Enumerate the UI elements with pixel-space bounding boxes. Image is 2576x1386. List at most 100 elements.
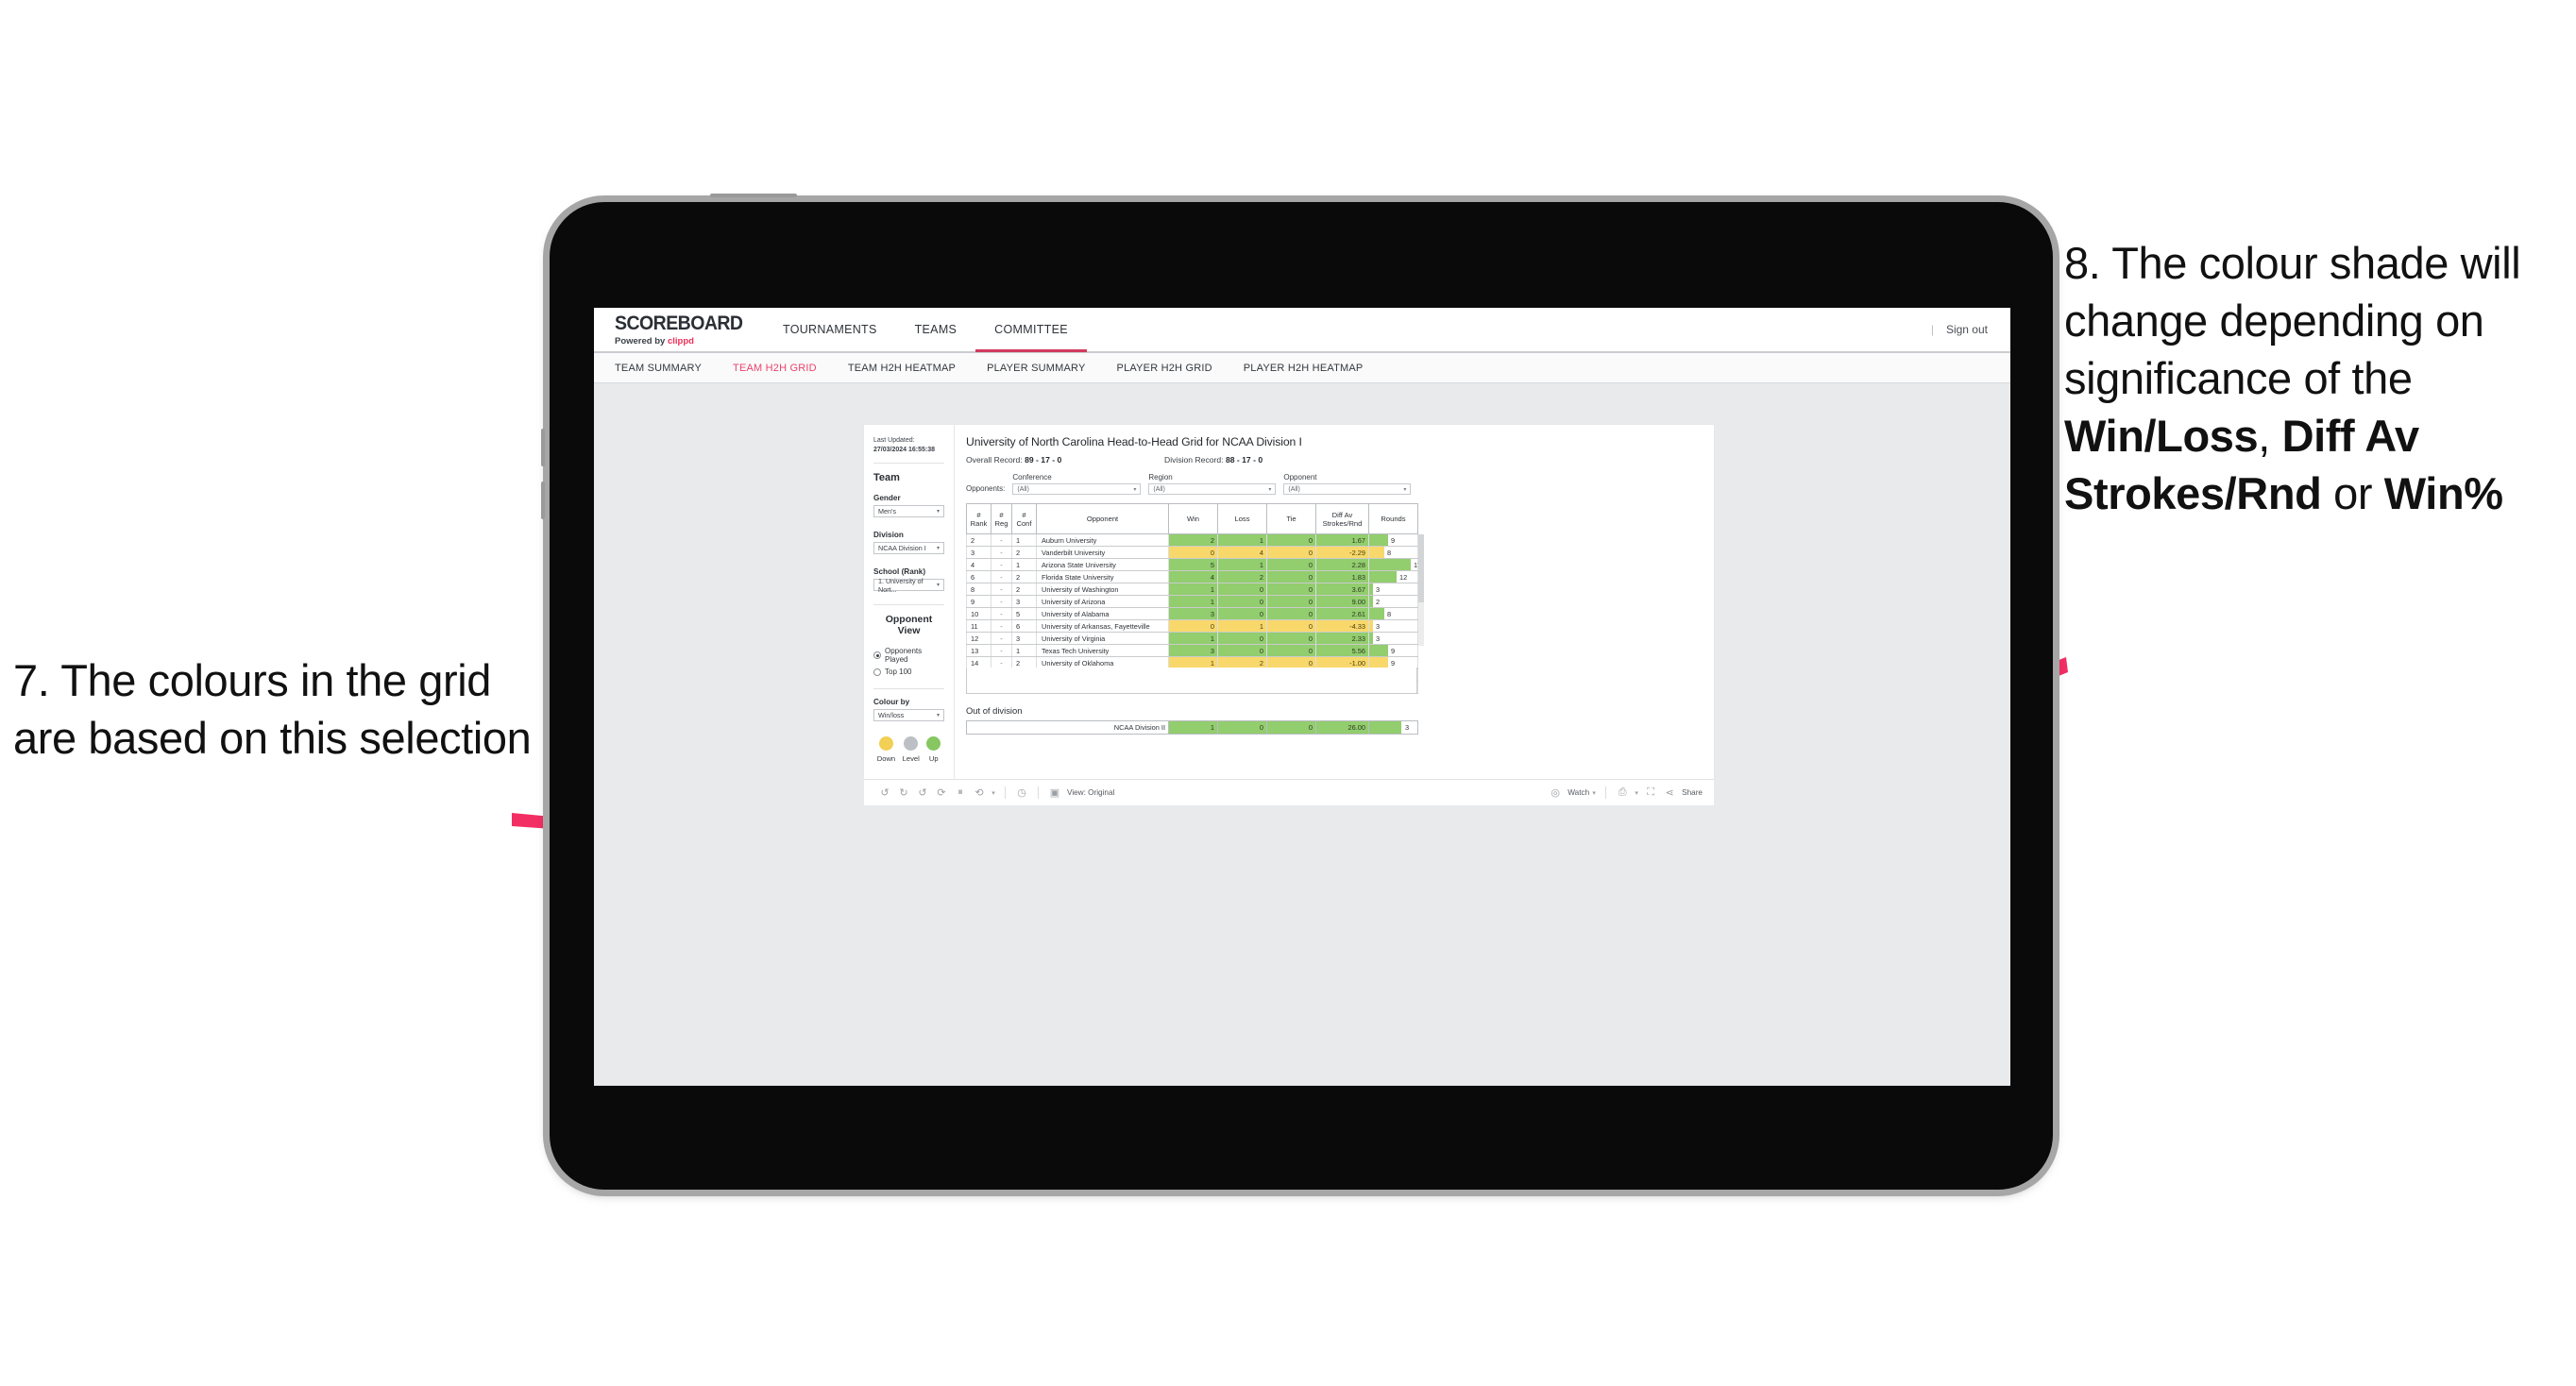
label-gender: Gender [873, 494, 901, 503]
chevron-down-icon[interactable]: ▾ [1632, 784, 1641, 803]
table-row[interactable]: 2-1 Auburn University 2 1 0 1.67 9 [966, 533, 1418, 547]
legend-dot-level [904, 736, 919, 752]
table-scrollbar-thumb[interactable] [1418, 534, 1424, 602]
rounds-bar [1369, 559, 1411, 570]
tab-player-h2h-heatmap[interactable]: PLAYER H2H HEATMAP [1244, 363, 1364, 374]
sidebar-divider-3 [873, 688, 944, 690]
table-row[interactable]: 9-3 University of Arizona 1 0 0 9.00 2 [966, 595, 1418, 608]
revert-icon[interactable]: ↺ [913, 784, 932, 803]
out-of-division-heading: Out of division [966, 705, 1023, 716]
ood-diff: 26.00 [1315, 720, 1369, 735]
annotation-8-bold-winloss: Win/Loss [2064, 411, 2259, 462]
select-colour-by[interactable]: Win/loss ▾ [873, 709, 944, 722]
tab-team-h2h-grid[interactable]: TEAM H2H GRID [733, 363, 817, 374]
view-icon[interactable]: ▣ [1045, 784, 1064, 803]
table-row[interactable]: 4-1Arizona State University5102.2817 [966, 558, 1421, 571]
table-row[interactable]: 12-3 University of Virginia 1 0 0 2.33 3 [966, 632, 1418, 645]
share-icon[interactable]: ⋖ [1660, 784, 1679, 803]
cell-diff-av-strokes: 5.56 [1315, 644, 1369, 657]
select-division[interactable]: NCAA Division I ▾ [873, 542, 944, 555]
col-reg[interactable]: # Reg [991, 503, 1012, 534]
table-row[interactable]: 6-2 Florida State University 4 2 0 1.83 12 [966, 570, 1418, 583]
cell-tie: 0 [1266, 619, 1316, 633]
cell-reg: - [991, 583, 1012, 596]
tab-team-h2h-heatmap[interactable]: TEAM H2H HEATMAP [848, 363, 956, 374]
col-rank[interactable]: # Rank [966, 503, 991, 534]
cell-conf: 3 [1011, 595, 1037, 608]
cell-rounds: 12 [1368, 570, 1418, 583]
cell-tie: 0 [1266, 595, 1316, 608]
undo-icon[interactable]: ↺ [875, 784, 894, 803]
cell-loss: 2 [1217, 570, 1267, 583]
fullscreen-icon[interactable]: ⛶ [1641, 784, 1660, 803]
chevron-down-icon[interactable]: ▾ [1589, 784, 1599, 803]
cell-loss: 1 [1217, 619, 1267, 633]
share-label[interactable]: Share [1682, 788, 1703, 797]
cell-diff-av-strokes: 2.28 [1315, 558, 1369, 571]
nav-item-committee[interactable]: COMMITTEE [975, 308, 1087, 352]
ood-rounds-value: 3 [1405, 723, 1410, 732]
table-scrollbar[interactable] [1418, 534, 1424, 646]
filter-conference-value: (All) [1017, 485, 1029, 493]
filter-opponent-select[interactable]: (All) ▾ [1283, 483, 1412, 495]
nav-item-teams[interactable]: TEAMS [896, 308, 976, 352]
logo-tagline-prefix: Powered by [615, 335, 668, 346]
select-gender[interactable]: Men's ▾ [873, 505, 944, 518]
cell-rank: 10 [966, 607, 991, 620]
annotation-8-text: 8. The colour shade will change dependin… [2064, 234, 2574, 522]
refresh-icon[interactable]: ⟳ [932, 784, 951, 803]
tab-player-h2h-grid[interactable]: PLAYER H2H GRID [1117, 363, 1212, 374]
filter-region-select[interactable]: (All) ▾ [1148, 483, 1277, 495]
app-logo[interactable]: SCOREBOARD Powered by clippd [594, 313, 764, 346]
cell-opponent: Texas Tech University [1036, 644, 1169, 657]
overall-record: Overall Record: 89 - 17 - 0 [966, 455, 1164, 465]
tab-team-summary[interactable]: TEAM SUMMARY [615, 363, 702, 374]
ood-tie: 0 [1266, 720, 1316, 735]
cell-conf: 2 [1011, 546, 1037, 559]
cell-opponent: University of Arkansas, Fayetteville [1036, 619, 1169, 633]
cell-reg: - [991, 607, 1012, 620]
pause-icon[interactable]: ⏸ [951, 784, 970, 803]
col-conf[interactable]: # Conf [1011, 503, 1037, 534]
signout-link[interactable]: Sign out [1946, 323, 1988, 336]
col-loss[interactable]: Loss [1217, 503, 1267, 534]
rounds-value: 9 [1391, 535, 1396, 545]
cell-conf: 5 [1011, 607, 1037, 620]
table-row[interactable]: 8-2 University of Washington 1 0 0 3.67 3 [966, 583, 1418, 596]
history-clock-icon[interactable]: ◷ [1012, 784, 1031, 803]
viz-canvas: Last Updated: 27/03/2024 16:55:38 Team G… [594, 383, 2010, 1086]
radio-top-100[interactable]: Top 100 [873, 668, 944, 676]
chevron-down-icon: ▾ [1133, 486, 1137, 493]
filter-conference-select[interactable]: (All) ▾ [1012, 483, 1142, 495]
select-school-rank[interactable]: 1. University of Nort... ▾ [873, 577, 944, 594]
col-diff-av-strokes[interactable]: Diff Av Strokes/Rnd [1315, 503, 1369, 534]
col-rounds[interactable]: Rounds [1368, 503, 1418, 534]
cell-tie: 0 [1266, 583, 1316, 596]
view-label[interactable]: View: Original [1067, 788, 1114, 797]
redo-icon[interactable]: ↻ [894, 784, 913, 803]
table-row[interactable]: 13-1 Texas Tech University 3 0 0 5.56 9 [966, 644, 1418, 657]
col-win[interactable]: Win [1168, 503, 1218, 534]
radio-opponents-played[interactable]: Opponents Played [873, 647, 944, 664]
download-icon[interactable]: ⎙ [1613, 784, 1632, 803]
col-diff-l1: Diff Av [1331, 510, 1353, 519]
toolbar-divider-1 [1005, 786, 1006, 799]
table-row[interactable]: 3-2 Vanderbilt University 0 4 0 -2.29 8 [966, 546, 1418, 559]
cell-reg: - [991, 570, 1012, 583]
cell-rank: 13 [966, 644, 991, 657]
cell-rank: 3 [966, 546, 991, 559]
chevron-down-icon[interactable]: ▾ [989, 784, 998, 803]
sidebar-divider-2 [873, 604, 944, 606]
cell-loss: 0 [1217, 644, 1267, 657]
undo-history-icon[interactable]: ⟲ [970, 784, 989, 803]
table-row[interactable]: 11-6 University of Arkansas, Fayetteville… [966, 619, 1418, 633]
watch-label[interactable]: Watch [1568, 788, 1589, 797]
table-row[interactable]: 10-5 University of Alabama 3 0 0 2.61 8 [966, 607, 1418, 620]
tab-player-summary[interactable]: PLAYER SUMMARY [987, 363, 1085, 374]
col-opponent[interactable]: Opponent [1036, 503, 1169, 534]
colour-legend: Down Level Up [873, 736, 944, 763]
col-rank-l2: Rank [970, 518, 988, 528]
watch-icon[interactable]: ◎ [1546, 784, 1565, 803]
nav-item-tournaments[interactable]: TOURNAMENTS [764, 308, 896, 352]
col-tie[interactable]: Tie [1266, 503, 1316, 534]
